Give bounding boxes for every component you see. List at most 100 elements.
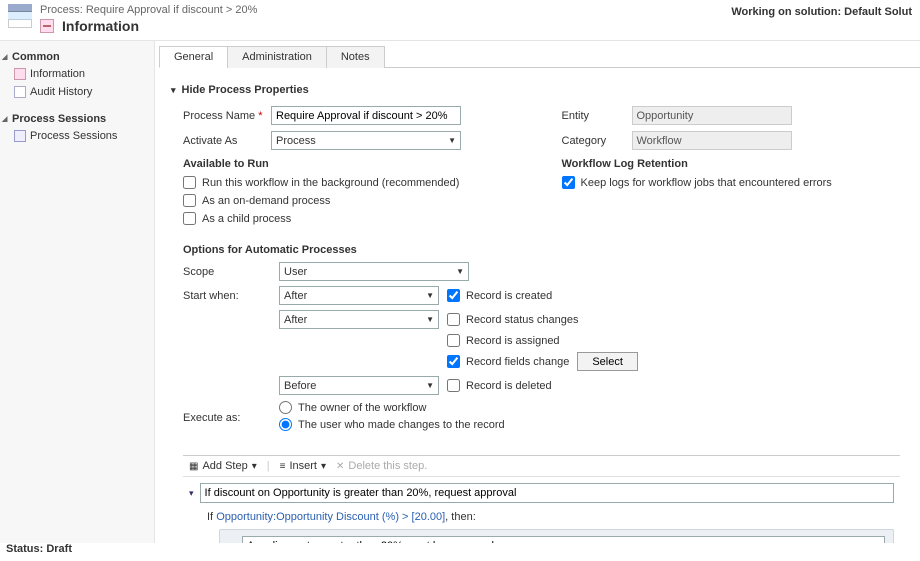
sidebar-item-information[interactable]: Information: [0, 65, 154, 83]
start-after-select-2[interactable]: After ▼: [279, 310, 439, 329]
sidebar-group-common[interactable]: Common: [0, 47, 154, 65]
tab-general[interactable]: General: [159, 46, 228, 68]
section-toggle-process-properties[interactable]: Hide Process Properties: [171, 84, 900, 96]
select-value: Before: [284, 380, 316, 392]
substep-container: Action Approval Process ▼ Set Properties: [219, 529, 894, 543]
sidebar-item-label: Audit History: [30, 86, 92, 98]
chevron-down-icon: ▼: [426, 291, 434, 300]
keep-logs-checkbox[interactable]: Keep logs for workflow jobs that encount…: [562, 176, 901, 189]
entity-value: Opportunity: [632, 106, 792, 125]
condition-link[interactable]: Opportunity:Opportunity Discount (%) > […: [216, 511, 445, 523]
checkbox-label: Record is assigned: [466, 335, 560, 347]
record-status-checkbox[interactable]: Record status changes: [447, 313, 579, 326]
execute-user-radio[interactable]: The user who made changes to the record: [279, 418, 505, 431]
steps-toolbar: ▦ Add Step ▾ | ≡ Insert ▾ ✕ Delete this …: [183, 456, 900, 477]
workflow-retention-heading: Workflow Log Retention: [562, 158, 901, 170]
step-description-input[interactable]: [200, 483, 894, 503]
category-label: Category: [562, 135, 632, 147]
execute-owner-radio[interactable]: The owner of the workflow: [279, 401, 505, 414]
checkbox-input[interactable]: [447, 334, 460, 347]
sidebar-group-process-sessions[interactable]: Process Sessions: [0, 109, 154, 127]
process-name-input[interactable]: [271, 106, 461, 125]
on-demand-checkbox[interactable]: As an on-demand process: [183, 194, 522, 207]
then-keyword: , then:: [445, 511, 476, 523]
breadcrumb: Process: Require Approval if discount > …: [40, 4, 257, 16]
checkbox-input[interactable]: [447, 289, 460, 302]
checkbox-input[interactable]: [183, 194, 196, 207]
chevron-down-icon: ▼: [448, 136, 456, 145]
process-icon: [8, 4, 32, 28]
checkbox-label: Record is created: [466, 290, 552, 302]
checkbox-input[interactable]: [562, 176, 575, 189]
select-value: Process: [276, 135, 316, 147]
record-deleted-checkbox[interactable]: Record is deleted: [447, 379, 552, 392]
button-label: Insert: [289, 460, 317, 472]
select-value: After: [284, 314, 307, 326]
select-value: After: [284, 290, 307, 302]
category-value: Workflow: [632, 131, 792, 150]
activate-as-select[interactable]: Process ▼: [271, 131, 461, 150]
checkbox-label: Keep logs for workflow jobs that encount…: [581, 177, 832, 189]
chevron-down-icon: ▼: [456, 267, 464, 276]
activate-as-label: Activate As: [183, 135, 271, 147]
checkbox-input[interactable]: [447, 355, 460, 368]
separator: |: [267, 460, 270, 472]
tab-administration[interactable]: Administration: [227, 46, 327, 68]
solution-context: Working on solution: Default Solut: [731, 4, 912, 18]
page-title-text: Information: [62, 18, 139, 34]
delete-step-button: ✕ Delete this step.: [336, 460, 427, 472]
sidebar-item-process-sessions[interactable]: Process Sessions: [0, 127, 154, 145]
tab-notes[interactable]: Notes: [326, 46, 385, 68]
start-after-select-1[interactable]: After ▼: [279, 286, 439, 305]
delete-icon: ✕: [336, 461, 344, 472]
chevron-down-icon: ▼: [426, 381, 434, 390]
checkbox-input[interactable]: [183, 176, 196, 189]
scope-select[interactable]: User ▼: [279, 262, 469, 281]
start-before-select[interactable]: Before ▼: [279, 376, 439, 395]
checkbox-input[interactable]: [447, 379, 460, 392]
add-step-button[interactable]: ▦ Add Step ▾: [189, 460, 257, 472]
entity-label: Entity: [562, 110, 632, 122]
radio-label: The owner of the workflow: [298, 402, 426, 414]
select-value: User: [284, 266, 307, 278]
condition-line: If Opportunity:Opportunity Discount (%) …: [207, 511, 894, 523]
process-name-label: Process Name: [183, 110, 271, 122]
sidebar-item-audit-history[interactable]: Audit History: [0, 83, 154, 101]
collapse-toggle-icon[interactable]: ▾: [189, 488, 194, 499]
child-process-checkbox[interactable]: As a child process: [183, 212, 522, 225]
insert-icon: ≡: [280, 461, 286, 472]
audit-icon: [14, 86, 26, 98]
if-keyword: If: [207, 511, 213, 523]
record-assigned-checkbox[interactable]: Record is assigned: [447, 334, 560, 347]
radio-input[interactable]: [279, 401, 292, 414]
checkbox-label: Record is deleted: [466, 380, 552, 392]
record-fields-change-checkbox[interactable]: Record fields change: [447, 355, 569, 368]
sidebar: Common Information Audit History Process…: [0, 41, 155, 543]
checkbox-label: Record status changes: [466, 314, 579, 326]
insert-button[interactable]: ≡ Insert ▾: [280, 460, 326, 472]
chevron-down-icon: ▼: [426, 315, 434, 324]
checkbox-label: Record fields change: [466, 356, 569, 368]
checkbox-input[interactable]: [183, 212, 196, 225]
checkbox-label: As an on-demand process: [202, 195, 330, 207]
checkbox-input[interactable]: [447, 313, 460, 326]
information-icon: [40, 19, 54, 33]
chevron-down-icon: ▾: [252, 461, 257, 472]
add-step-icon: ▦: [189, 461, 198, 472]
scope-label: Scope: [183, 266, 271, 278]
substep-description-input[interactable]: [242, 536, 885, 543]
section-title: Hide Process Properties: [182, 84, 309, 96]
checkbox-label: Run this workflow in the background (rec…: [202, 177, 459, 189]
select-fields-button[interactable]: Select: [577, 352, 638, 371]
available-to-run-heading: Available to Run: [183, 158, 522, 170]
start-when-label: Start when:: [183, 290, 271, 302]
status-text: Status: Draft: [6, 543, 72, 555]
record-created-checkbox[interactable]: Record is created: [447, 289, 552, 302]
button-label: Add Step: [202, 460, 247, 472]
radio-input[interactable]: [279, 418, 292, 431]
information-icon: [14, 68, 26, 80]
radio-label: The user who made changes to the record: [298, 419, 505, 431]
sessions-icon: [14, 130, 26, 142]
run-in-background-checkbox[interactable]: Run this workflow in the background (rec…: [183, 176, 522, 189]
tab-bar: General Administration Notes: [159, 45, 920, 68]
